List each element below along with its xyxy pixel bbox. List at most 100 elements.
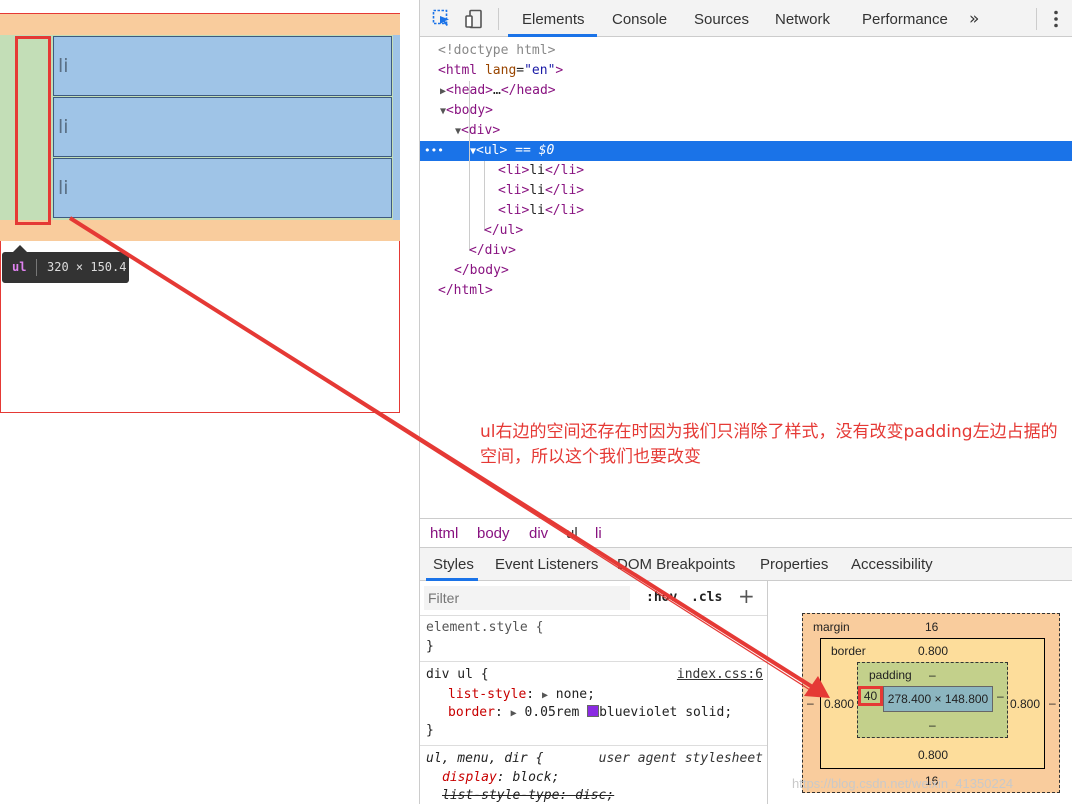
hov-toggle[interactable]: :hov [646, 590, 677, 605]
tab-sources[interactable]: Sources [694, 11, 749, 28]
devtools-panel: Elements Console Sources Network Perform… [419, 0, 1072, 804]
page-preview: li li li ul 320 × 150.4 [0, 0, 419, 804]
border-label: border [831, 644, 866, 658]
tab-performance[interactable]: Performance [862, 11, 948, 28]
tab-accessibility[interactable]: Accessibility [851, 556, 933, 573]
toolbar-divider [498, 8, 499, 30]
body-open-line[interactable]: ▼<body> [440, 101, 493, 121]
li-item: li [53, 97, 392, 157]
kebab-menu-icon[interactable] [1054, 10, 1058, 32]
ul-margin-top-overlay [0, 14, 400, 35]
breadcrumb-ul[interactable]: ul [566, 525, 578, 542]
rule-selector[interactable]: div ul { [426, 667, 489, 682]
rule-close-brace: } [426, 639, 434, 654]
border-right-value[interactable]: 0.800 [1010, 697, 1040, 711]
box-model-content[interactable]: 278.400 × 148.800 [883, 686, 993, 712]
watermark: https://blog.csdn.net/weixin_41350224 [792, 776, 1014, 791]
padding-top-value[interactable]: – [929, 668, 936, 682]
ua-stylesheet-label: user agent stylesheet [598, 751, 763, 766]
devtools-toolbar: Elements Console Sources Network Perform… [420, 0, 1072, 37]
ul-open-tag: <ul> [476, 143, 508, 158]
breadcrumb-html[interactable]: html [430, 525, 458, 542]
element-style-selector[interactable]: element.style { [426, 620, 543, 635]
selected-dom-row[interactable]: ••• ▼<ul> == $0 [420, 141, 1072, 161]
tooltip-divider [36, 259, 37, 276]
doctype-line[interactable]: <!doctype html> [438, 41, 555, 61]
new-rule-icon[interactable]: + [738, 584, 755, 608]
padding-highlight-box [15, 36, 51, 225]
divider [420, 661, 767, 662]
html-open-line[interactable]: <html lang="en"> [438, 61, 563, 81]
body-close-line[interactable]: </body> [454, 261, 509, 281]
declaration-list-style[interactable]: list-style: ▶ none; [448, 687, 595, 702]
padding-right-value[interactable]: – [997, 689, 1004, 703]
li-item: li [53, 36, 392, 96]
tab-event-listeners[interactable]: Event Listeners [495, 556, 598, 573]
tab-network[interactable]: Network [775, 11, 830, 28]
ua-rule-selector: ul, menu, dir { [426, 751, 544, 766]
li-text: li [58, 116, 69, 138]
breadcrumb: html body div ul li [420, 518, 1072, 548]
li-item: li [53, 158, 392, 218]
html-close-line[interactable]: </html> [438, 281, 493, 301]
ul-right-overlay [393, 35, 400, 220]
tab-properties[interactable]: Properties [760, 556, 828, 573]
li-line[interactable]: <li>li</li> [498, 181, 584, 201]
breadcrumb-body[interactable]: body [477, 525, 510, 542]
border-bottom-value[interactable]: 0.800 [918, 748, 948, 762]
breadcrumb-div[interactable]: div [529, 525, 548, 542]
more-tabs-icon[interactable]: » [969, 9, 979, 29]
ul-close-line[interactable]: </ul> [484, 221, 523, 241]
div-open-line[interactable]: ▼<div> [455, 121, 500, 141]
cls-toggle[interactable]: .cls [691, 590, 722, 605]
box-model-padding[interactable]: padding – 40 – – 278.400 × 148.800 [857, 662, 1008, 738]
ua-declaration-list-style-type: list-style-type: disc; [442, 788, 615, 803]
head-line[interactable]: ▶<head>…</head> [440, 81, 556, 101]
styles-pane: :hov .cls + element.style { } div ul { i… [420, 581, 768, 804]
box-model-border[interactable]: border 0.800 0.800 0.800 0.800 padding –… [820, 638, 1045, 769]
device-toolbar-icon[interactable] [464, 9, 484, 29]
padding-left-value[interactable]: 40 [858, 686, 883, 706]
divider [420, 745, 767, 746]
border-top-value[interactable]: 0.800 [918, 644, 948, 658]
selected-row-dots-icon[interactable]: ••• [424, 141, 444, 161]
margin-right-value[interactable]: – [1049, 696, 1056, 710]
margin-label: margin [813, 620, 850, 634]
declaration-border[interactable]: border: ▶ 0.05rem blueviolet solid; [448, 705, 732, 720]
tab-dom-breakpoints[interactable]: DOM Breakpoints [617, 556, 735, 573]
margin-top-value[interactable]: 16 [925, 620, 938, 634]
tooltip-tag: ul [12, 260, 27, 274]
rule-source-link[interactable]: index.css:6 [677, 667, 763, 682]
ul-open-line: ▼<ul> == $0 [470, 141, 554, 161]
expand-arrow-icon: ▶ [510, 708, 517, 719]
tab-console[interactable]: Console [612, 11, 667, 28]
styles-tabbar: Styles Event Listeners DOM Breakpoints P… [420, 548, 1072, 581]
div-close-line[interactable]: </div> [469, 241, 516, 261]
color-swatch-icon[interactable] [587, 705, 600, 717]
divider [420, 615, 767, 616]
li-line[interactable]: <li>li</li> [498, 161, 584, 181]
tab-styles[interactable]: Styles [433, 556, 474, 573]
padding-bottom-value[interactable]: – [929, 718, 936, 732]
dollar-zero-marker: == $0 [515, 143, 555, 158]
li-text: li [58, 177, 69, 199]
li-text: li [58, 55, 69, 77]
ua-declaration-display: display: block; [442, 770, 560, 785]
toolbar-divider [1036, 8, 1037, 30]
border-left-value[interactable]: 0.800 [824, 697, 854, 711]
rule-close-brace: } [426, 723, 434, 738]
ul-margin-bottom-overlay [0, 220, 400, 241]
box-model-diagram: margin 16 – – 16 border 0.800 0.800 0.80… [768, 581, 1072, 804]
li-line[interactable]: <li>li</li> [498, 201, 584, 221]
tab-elements[interactable]: Elements [522, 11, 585, 28]
annotation-note: ul右边的空间还存在时因为我们只消除了样式，没有改变padding左边占据的空间… [480, 422, 1058, 467]
element-size-tooltip: ul 320 × 150.4 [2, 245, 129, 283]
margin-left-value[interactable]: – [807, 696, 814, 710]
box-model-margin[interactable]: margin 16 – – 16 border 0.800 0.800 0.80… [802, 613, 1060, 793]
breadcrumb-li[interactable]: li [595, 525, 602, 542]
padding-label: padding [869, 668, 912, 682]
tooltip-size: 320 × 150.4 [47, 260, 127, 274]
inspect-element-icon[interactable] [432, 9, 452, 29]
expand-arrow-icon: ▶ [541, 690, 548, 701]
styles-filter-input[interactable] [424, 586, 630, 610]
